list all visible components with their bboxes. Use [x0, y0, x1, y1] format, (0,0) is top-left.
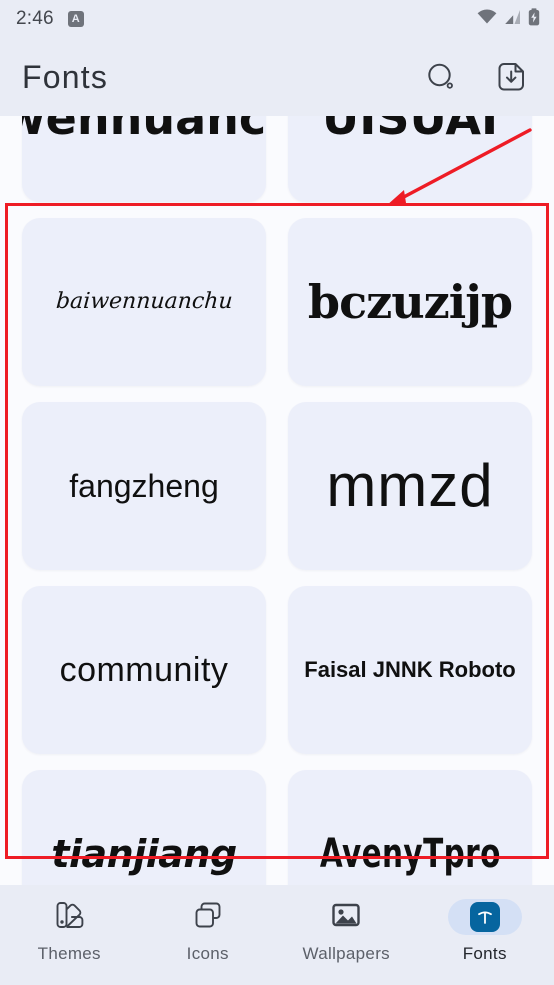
page-title: Fonts: [22, 58, 109, 95]
nav-item-themes[interactable]: Themes: [0, 899, 139, 964]
font-card[interactable]: tianjiang: [22, 770, 266, 885]
header-actions: [420, 56, 532, 98]
app-header: Fonts: [0, 38, 554, 116]
status-bar-left: 2:46 A: [16, 8, 84, 30]
file-download-icon[interactable]: [490, 56, 532, 98]
search-icon[interactable]: [420, 56, 462, 98]
font-grid: aiwennuanchu UISUAI baiwennuanchu bczuzi…: [0, 116, 554, 885]
nav-icon-wrap-fonts: [447, 899, 522, 935]
nav-label-wallpapers: Wallpapers: [302, 944, 390, 963]
font-card[interactable]: aiwennuanchu: [22, 116, 266, 202]
wifi-icon: [477, 9, 497, 30]
font-t-icon: [469, 902, 500, 932]
nav-item-icons[interactable]: Icons: [139, 899, 278, 964]
bottom-navigation-bar: Themes Icons Wallpapers Fonts: [0, 885, 554, 985]
font-sample-text: tianjiang: [51, 832, 237, 876]
status-bar-right: [477, 7, 540, 31]
nav-icon-wrap-icons: [171, 899, 245, 935]
font-card[interactable]: Faisal JNNK Roboto: [288, 586, 532, 754]
notification-badge-icon: A: [67, 11, 84, 27]
font-sample-text: baiwennuanchu: [54, 289, 234, 314]
nav-icon-wrap-wallpapers: [309, 899, 383, 935]
font-card[interactable]: bczuzijp: [288, 218, 532, 386]
image-photo-icon: [331, 900, 361, 935]
nav-item-fonts[interactable]: Fonts: [416, 899, 554, 964]
battery-charging-icon: [528, 7, 540, 31]
font-sample-text: community: [59, 651, 229, 689]
font-card[interactable]: UISUAI: [288, 116, 532, 202]
font-sample-text: aiwennuanchu: [22, 116, 266, 145]
font-sample-text: mmzd: [326, 452, 494, 519]
cellular-signal-icon: [504, 9, 521, 30]
nav-label-themes: Themes: [37, 944, 101, 963]
status-time: 2:46: [16, 8, 54, 29]
nav-item-wallpapers[interactable]: Wallpapers: [277, 899, 416, 964]
font-card[interactable]: community: [22, 586, 266, 754]
font-sample-text: Faisal JNNK Roboto: [304, 657, 516, 682]
font-card[interactable]: mmzd: [288, 402, 532, 570]
font-list-scroll-area[interactable]: aiwennuanchu UISUAI baiwennuanchu bczuzi…: [0, 116, 554, 885]
font-sample-text: UISUAI: [321, 116, 499, 145]
font-card[interactable]: baiwennuanchu: [22, 218, 266, 386]
nav-label-icons: Icons: [186, 944, 229, 963]
status-bar: 2:46 A: [0, 0, 554, 38]
nav-icon-wrap-themes: [32, 899, 106, 935]
nav-label-fonts: Fonts: [462, 944, 507, 963]
font-sample-text: AvenyTpro: [319, 831, 501, 877]
stacked-squares-icon: [193, 900, 223, 935]
font-sample-text: fangzheng: [69, 468, 219, 504]
font-card[interactable]: fangzheng: [22, 402, 266, 570]
font-sample-text: bczuzijp: [307, 275, 513, 329]
font-card[interactable]: AvenyTpro: [288, 770, 532, 885]
palette-swatch-icon: [54, 900, 84, 935]
